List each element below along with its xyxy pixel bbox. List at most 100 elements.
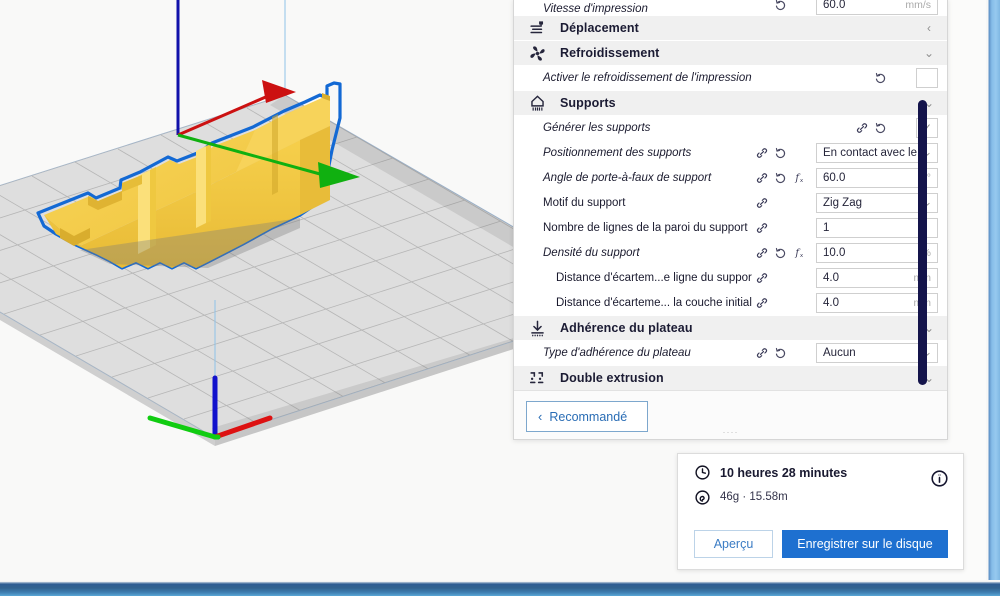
setting-label: Générer les supports <box>543 121 651 134</box>
clock-icon <box>694 464 720 481</box>
setting-value: En contact avec le... <box>823 146 927 159</box>
formula-icon[interactable]: f x <box>790 168 809 188</box>
setting-value: 60.0 <box>823 171 846 184</box>
dual-extrusion-icon <box>514 369 560 388</box>
setting-label: Positionnement des supports <box>543 146 692 159</box>
setting-label: Activer le refroidissement de l'impressi… <box>543 71 752 84</box>
link-icon[interactable] <box>752 193 771 213</box>
setting-value: Aucun <box>823 346 856 359</box>
reset-icon-placeholder <box>771 218 790 238</box>
chevron-icon[interactable]: ⌄ <box>911 321 947 335</box>
settings-panel-footer: ‹ Recommandé ···· <box>514 390 947 439</box>
panel-resize-grip[interactable]: ···· <box>723 427 739 437</box>
settings-category-label: Refroidissement <box>560 46 660 60</box>
setting-label: Motif du support <box>543 196 626 209</box>
cura-window: Vitesse d'impression 60.0 mm/s Déplacemen… <box>0 0 1000 596</box>
setting-row[interactable]: Activer le refroidissement de l'impressi… <box>514 65 947 90</box>
print-settings-panel: Vitesse d'impression 60.0 mm/s Déplacemen… <box>513 0 948 440</box>
settings-category-row[interactable]: Double extrusion ⌄ <box>514 365 947 390</box>
window-right-border <box>986 0 1000 580</box>
setting-row[interactable]: Générer les supports ✓ <box>514 115 947 140</box>
link-icon[interactable] <box>752 268 771 288</box>
formula-icon-placeholder <box>890 118 909 138</box>
reset-icon[interactable] <box>771 243 790 263</box>
setting-row[interactable]: Distance d'écarteme... la couche initial… <box>514 290 947 315</box>
chevron-icon[interactable]: ⌄ <box>911 96 947 110</box>
formula-icon[interactable]: f x <box>790 243 809 263</box>
formula-icon-placeholder <box>790 268 809 288</box>
reset-icon[interactable] <box>871 68 890 88</box>
settings-category-label: Adhérence du plateau <box>560 321 693 335</box>
travel-icon <box>514 19 560 38</box>
link-icon[interactable] <box>752 168 771 188</box>
setting-label: Type d'adhérence du plateau <box>543 346 691 359</box>
settings-category-row[interactable]: Refroidissement ⌄ <box>514 40 947 65</box>
reset-icon[interactable] <box>771 0 790 15</box>
chevron-icon[interactable]: ‹ <box>911 21 947 35</box>
formula-icon-placeholder <box>790 293 809 313</box>
setting-row[interactable]: Distance d'écartem...e ligne du support … <box>514 265 947 290</box>
reset-icon-placeholder <box>771 193 790 213</box>
build-plate-adhesion-icon <box>514 319 560 338</box>
setting-row[interactable]: Angle de porte-à-faux de support f x 60.0… <box>514 165 947 190</box>
formula-icon-placeholder <box>890 68 909 88</box>
settings-category-label: Déplacement <box>560 21 639 35</box>
link-icon[interactable] <box>752 343 771 363</box>
setting-row[interactable]: Nombre de lignes de la paroi du support … <box>514 215 947 240</box>
setting-row[interactable]: Positionnement des supports En contact a… <box>514 140 947 165</box>
setting-value: 4.0 <box>823 271 839 284</box>
link-icon-placeholder <box>752 0 771 15</box>
print-card-actions: Aperçu Enregistrer sur le disque <box>694 530 948 558</box>
recommended-mode-button[interactable]: ‹ Recommandé <box>526 401 648 432</box>
reset-icon[interactable] <box>771 143 790 163</box>
formula-icon-placeholder <box>790 343 809 363</box>
reset-icon[interactable] <box>771 343 790 363</box>
setting-row[interactable]: Vitesse d'impression 60.0 mm/s <box>514 0 947 15</box>
setting-value: 60.0 <box>823 0 846 11</box>
link-icon-placeholder <box>852 68 871 88</box>
settings-rows: Vitesse d'impression 60.0 mm/s Déplacemen… <box>514 0 947 390</box>
setting-label: Densité du support <box>543 246 640 259</box>
setting-value: 10.0 <box>823 246 846 259</box>
formula-icon-placeholder <box>790 218 809 238</box>
settings-category-label: Supports <box>560 96 616 110</box>
link-icon[interactable] <box>752 143 771 163</box>
link-icon[interactable] <box>752 218 771 238</box>
link-icon[interactable] <box>752 243 771 263</box>
material-usage-row: 46g · 15.58m <box>678 482 963 510</box>
settings-category-row[interactable]: Adhérence du plateau ⌄ <box>514 315 947 340</box>
svg-text:x: x <box>800 178 803 184</box>
settings-category-row[interactable]: Supports ⌄ <box>514 90 947 115</box>
settings-scroll-area[interactable]: Vitesse d'impression 60.0 mm/s Déplacemen… <box>514 0 947 390</box>
reset-icon[interactable] <box>771 168 790 188</box>
reset-icon-placeholder <box>771 293 790 313</box>
info-icon[interactable] <box>930 469 949 493</box>
formula-icon-placeholder <box>790 193 809 213</box>
chevron-icon[interactable]: ⌄ <box>911 371 947 385</box>
chevron-icon[interactable]: ⌄ <box>911 46 947 60</box>
link-icon[interactable] <box>752 293 771 313</box>
setting-label: Nombre de lignes de la paroi du support <box>543 221 748 234</box>
svg-text:x: x <box>800 253 803 259</box>
material-usage-value: 46g · 15.58m <box>720 491 788 503</box>
setting-row[interactable]: Type d'adhérence du plateau Aucun ⌄ <box>514 340 947 365</box>
reset-icon[interactable] <box>871 118 890 138</box>
preview-button[interactable]: Aperçu <box>694 530 773 558</box>
print-time-row: 10 heures 28 minutes <box>678 454 963 482</box>
recommended-mode-label: Recommandé <box>549 409 628 424</box>
save-to-disk-button[interactable]: Enregistrer sur le disque <box>782 530 948 558</box>
spool-icon <box>694 489 720 506</box>
setting-row[interactable]: Motif du support Zig Zag ⌄ <box>514 190 947 215</box>
settings-scrollbar-thumb[interactable] <box>918 100 927 385</box>
link-icon[interactable] <box>852 118 871 138</box>
settings-category-row[interactable]: Déplacement ‹ <box>514 15 947 40</box>
setting-label: Angle de porte-à-faux de support <box>543 171 712 184</box>
setting-label: Vitesse d'impression <box>543 3 648 15</box>
formula-icon-placeholder <box>790 0 809 15</box>
window-bottom-bar <box>0 580 1000 596</box>
fan-icon <box>514 44 560 63</box>
setting-label: Distance d'écarteme... la couche initial… <box>556 296 752 309</box>
setting-row[interactable]: Densité du support f x10.0% <box>514 240 947 265</box>
print-time-value: 10 heures 28 minutes <box>720 465 848 480</box>
settings-scrollbar[interactable] <box>918 0 928 390</box>
